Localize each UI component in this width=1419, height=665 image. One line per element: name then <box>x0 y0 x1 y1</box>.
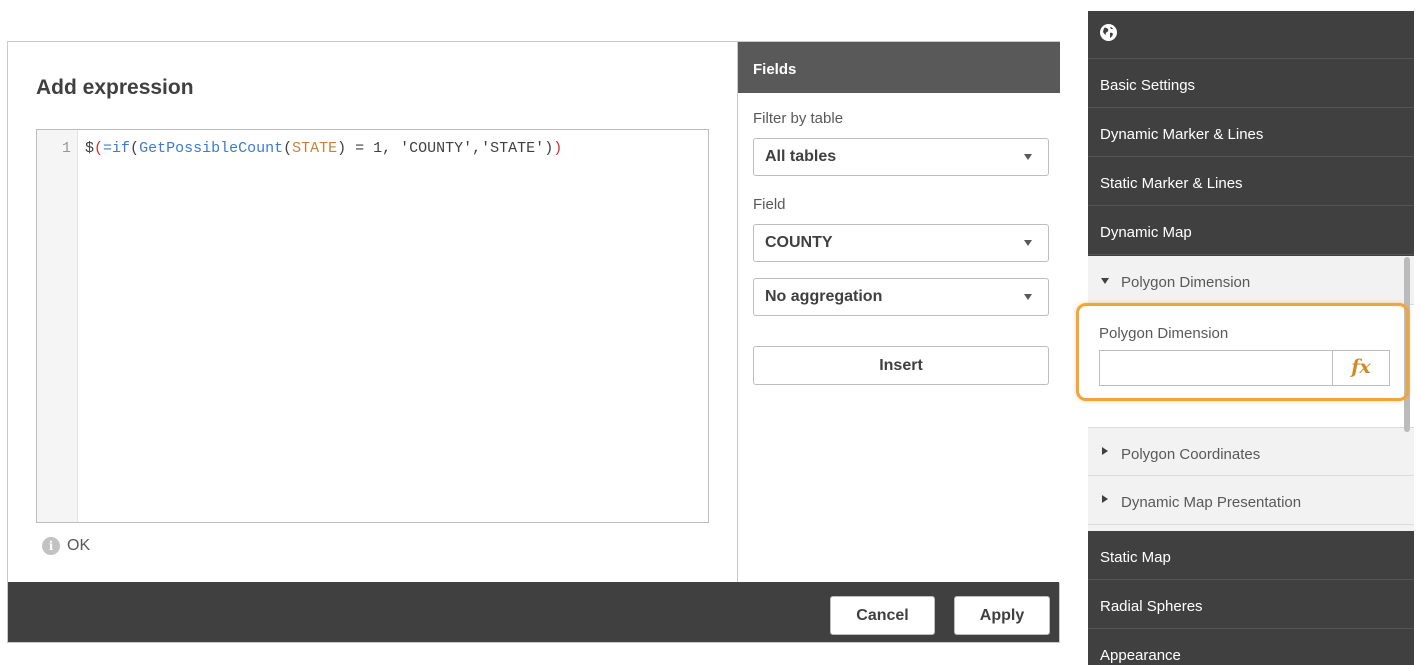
line-gutter: 1 <box>37 130 78 522</box>
field-value: COUNTY <box>765 234 833 251</box>
table-filter-select[interactable]: All tables <box>753 138 1049 176</box>
code-token: ) <box>553 140 563 157</box>
subsection-polygon-dimension[interactable]: Polygon Dimension <box>1088 256 1414 305</box>
section-static-marker-lines[interactable]: Static Marker & Lines <box>1088 157 1414 206</box>
section-dynamic-map[interactable]: Dynamic Map <box>1088 206 1414 255</box>
aggregation-value: No aggregation <box>765 288 883 305</box>
highlight-callout <box>1076 303 1409 401</box>
chevron-down-icon <box>1024 154 1032 160</box>
code-token: ( <box>283 140 293 157</box>
caret-right-icon <box>1102 495 1108 503</box>
table-filter-value: All tables <box>765 148 837 165</box>
code-token: = 1, 'COUNTY','STATE' <box>346 140 545 157</box>
globe-icon <box>1100 24 1117 41</box>
fields-heading: Fields <box>738 42 1060 93</box>
code-token: ( <box>130 140 140 157</box>
section-radial-spheres[interactable]: Radial Spheres <box>1088 580 1414 629</box>
expression-status: i OK <box>42 537 90 555</box>
filter-by-table-label: Filter by table <box>753 110 844 127</box>
code-token: GetPossibleCount <box>139 140 284 157</box>
field-select[interactable]: COUNTY <box>753 224 1049 262</box>
subsection-polygon-coordinates[interactable]: Polygon Coordinates <box>1088 427 1414 476</box>
chevron-down-icon <box>1024 240 1032 246</box>
status-text: OK <box>67 537 91 554</box>
line-number: 1 <box>61 140 71 157</box>
subsection-label: Polygon Dimension <box>1121 274 1251 291</box>
add-expression-dialog: Add expression 1 $(=if(GetPossibleCount(… <box>7 41 1060 643</box>
code-token: ) <box>337 140 347 157</box>
chevron-down-icon <box>1024 294 1032 300</box>
section-dynamic-marker-lines[interactable]: Dynamic Marker & Lines <box>1088 108 1414 157</box>
code-token: =if <box>103 140 131 157</box>
dialog-title: Add expression <box>36 76 194 99</box>
code-token: ) <box>544 140 554 157</box>
info-icon: i <box>42 537 60 555</box>
code-token: $ <box>85 140 95 157</box>
code-token: ( <box>94 140 104 157</box>
panel-header <box>1088 11 1414 59</box>
insert-button[interactable]: Insert <box>753 346 1049 385</box>
fields-panel: Fields Filter by table All tables Field … <box>737 42 1060 583</box>
subsection-dynamic-map-presentation[interactable]: Dynamic Map Presentation <box>1088 476 1414 525</box>
dynamic-map-subsections: Polygon Dimension Polygon Dimension fx P… <box>1088 256 1414 559</box>
subsection-label: Dynamic Map Presentation <box>1121 494 1302 511</box>
dialog-footer: Cancel Apply <box>8 582 1059 642</box>
aggregation-select[interactable]: No aggregation <box>753 278 1049 316</box>
section-basic-settings[interactable]: Basic Settings <box>1088 59 1414 108</box>
caret-right-icon <box>1102 447 1108 455</box>
subsection-label: Polygon Coordinates <box>1121 446 1261 463</box>
code-token: STATE <box>292 140 338 157</box>
expression-pane: Add expression 1 $(=if(GetPossibleCount(… <box>8 42 738 583</box>
expression-editor[interactable]: 1 $(=if(GetPossibleCount(STATE) = 1, 'CO… <box>36 129 709 523</box>
cancel-button[interactable]: Cancel <box>830 596 935 635</box>
field-label: Field <box>753 196 786 213</box>
apply-button[interactable]: Apply <box>954 596 1050 635</box>
section-static-map[interactable]: Static Map <box>1088 531 1414 580</box>
caret-down-icon <box>1101 278 1109 284</box>
expression-code-line[interactable]: $(=if(GetPossibleCount(STATE) = 1, 'COUN… <box>85 140 562 157</box>
section-appearance[interactable]: Appearance <box>1088 629 1414 665</box>
